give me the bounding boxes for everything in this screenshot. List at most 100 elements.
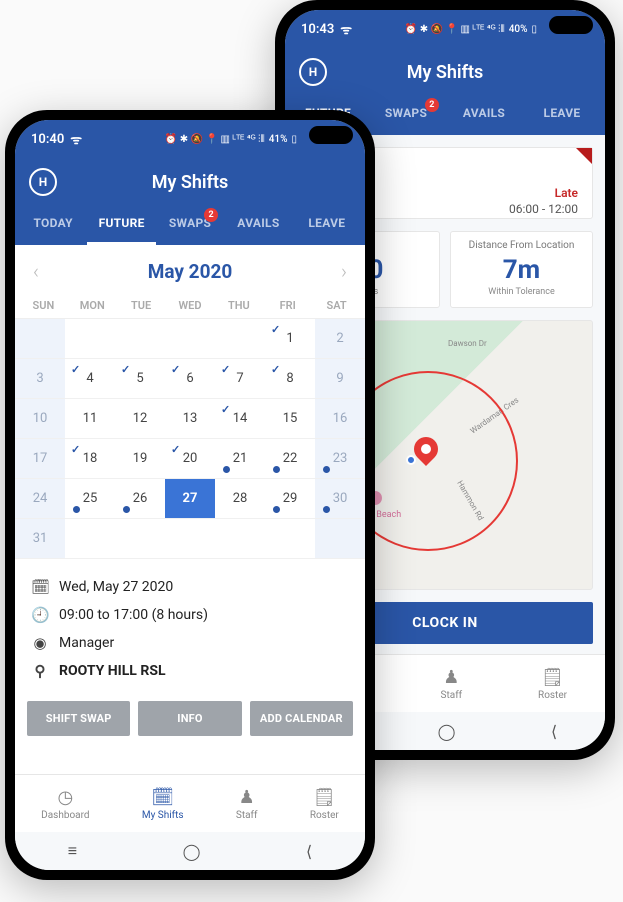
nav-dashboard[interactable]: ◷ Dashboard	[41, 787, 89, 821]
cal-day-empty	[315, 519, 365, 559]
tab-leave[interactable]: LEAVE	[293, 206, 361, 245]
cal-day-empty	[65, 519, 115, 559]
shift-status-block: Late 06:00 - 12:00	[509, 186, 578, 216]
android-recents[interactable]: ≡	[68, 841, 77, 861]
cal-day-2[interactable]: 2	[315, 319, 365, 359]
pin-icon: ◉	[31, 634, 49, 652]
cal-day-12[interactable]: 12	[115, 399, 165, 439]
tab-future[interactable]: FUTURE	[87, 206, 155, 245]
app-logo[interactable]: H	[299, 58, 327, 86]
battery-icon: ▯	[531, 24, 537, 35]
tab-swaps[interactable]: SWAPS 2	[367, 96, 445, 135]
shift-swap-button[interactable]: SHIFT SWAP	[27, 701, 130, 736]
cal-day-30[interactable]: 30	[315, 479, 365, 519]
camera-cutout	[309, 126, 353, 144]
cal-day-28[interactable]: 28	[215, 479, 265, 519]
nav-my-shifts[interactable]: 🗓 My Shifts	[142, 787, 184, 821]
cal-day-1[interactable]: ✓1	[265, 319, 315, 359]
cal-day-31[interactable]: 31	[15, 519, 65, 559]
cal-day-3[interactable]: 3	[15, 359, 65, 399]
cal-day-15[interactable]: 15	[265, 399, 315, 439]
cal-day-26[interactable]: 26	[115, 479, 165, 519]
swaps-badge: 2	[425, 98, 439, 112]
dow-label: FRI	[263, 299, 312, 312]
status-time: 10:43	[301, 22, 334, 37]
detail-role: Manager	[59, 635, 114, 651]
wifi-icon: ᯤ	[340, 20, 352, 38]
check-icon: ✓	[221, 403, 230, 416]
cal-day-13[interactable]: 13	[165, 399, 215, 439]
shift-time: 06:00 - 12:00	[509, 202, 578, 216]
cal-day-19[interactable]: 19	[115, 439, 165, 479]
swaps-badge: 2	[204, 208, 218, 222]
next-month-button[interactable]: ›	[341, 259, 347, 283]
cal-day-17[interactable]: 17	[15, 439, 65, 479]
cal-day-4[interactable]: ✓4	[65, 359, 115, 399]
android-home[interactable]: ◯	[183, 842, 201, 861]
stat-distance-value: 7m	[455, 255, 588, 285]
add-calendar-button[interactable]: ADD CALENDAR	[250, 701, 353, 736]
cal-day-empty	[115, 519, 165, 559]
nav-roster[interactable]: 🗒 Roster	[310, 787, 339, 821]
staff-icon: ♟	[236, 787, 258, 808]
cal-day-18[interactable]: ✓18	[65, 439, 115, 479]
detail-role-row: ◉ Manager	[31, 629, 349, 657]
tab-today[interactable]: TODAY	[19, 206, 87, 245]
tab-swaps[interactable]: SWAPS 2	[156, 206, 224, 245]
app-logo[interactable]: H	[29, 168, 57, 196]
cal-day-empty	[215, 319, 265, 359]
cal-day-16[interactable]: 16	[315, 399, 365, 439]
staff-icon: ♟	[441, 667, 463, 688]
nav-staff[interactable]: ♟ Staff	[236, 787, 258, 821]
cal-day-5[interactable]: ✓5	[115, 359, 165, 399]
current-location-dot	[406, 455, 416, 465]
status-icons: ⏰ ✱ 🔕 📍 ▥ ᴸᵀᴱ ⁴ᴳ ⫶⫴	[405, 24, 505, 35]
status-battery: 41%	[269, 134, 288, 145]
cal-day-24[interactable]: 24	[15, 479, 65, 519]
cal-day-11[interactable]: 11	[65, 399, 115, 439]
cal-day-21[interactable]: 21	[215, 439, 265, 479]
status-icons: ⏰ ✱ 🔕 📍 ▥ ᴸᵀᴱ ⁴ᴳ ⫶⫴	[165, 134, 265, 145]
android-back[interactable]: ⟨	[306, 842, 312, 861]
cal-day-empty	[265, 519, 315, 559]
cal-day-23[interactable]: 23	[315, 439, 365, 479]
cal-day-7[interactable]: ✓7	[215, 359, 265, 399]
dot-icon	[273, 506, 280, 513]
prev-month-button[interactable]: ‹	[33, 259, 39, 283]
cal-day-20[interactable]: ✓20	[165, 439, 215, 479]
nav-roster[interactable]: 🗒 Roster	[538, 667, 567, 701]
nav-staff[interactable]: ♟ Staff	[441, 667, 463, 701]
cal-day-8[interactable]: ✓8	[265, 359, 315, 399]
detail-time: 09:00 to 17:00 (8 hours)	[59, 607, 208, 623]
detail-time-row: 🕘 09:00 to 17:00 (8 hours)	[31, 601, 349, 629]
screen-front: 10:40 ᯤ ⏰ ✱ 🔕 📍 ▥ ᴸᵀᴱ ⁴ᴳ ⫶⫴ 41% ▯ H My S…	[15, 120, 365, 870]
battery-icon: ▯	[291, 134, 297, 145]
cal-day-25[interactable]: 25	[65, 479, 115, 519]
status-time: 10:40	[31, 132, 64, 147]
cal-day-27-selected[interactable]: 27	[165, 479, 215, 519]
tab-avails[interactable]: AVAILS	[445, 96, 523, 135]
cal-day-22[interactable]: 22	[265, 439, 315, 479]
app-title: My Shifts	[407, 62, 484, 83]
detail-location-row: ⚲ ROOTY HILL RSL	[31, 657, 349, 685]
android-back[interactable]: ⟨	[551, 722, 557, 741]
check-icon: ✓	[71, 363, 80, 376]
info-button[interactable]: INFO	[138, 701, 241, 736]
cal-day-6[interactable]: ✓6	[165, 359, 215, 399]
check-icon: ✓	[271, 363, 280, 376]
dow-label: WED	[166, 299, 215, 312]
dot-icon	[323, 466, 330, 473]
calendar-icon: 🗓	[31, 578, 49, 596]
tab-leave[interactable]: LEAVE	[523, 96, 601, 135]
cal-day-10[interactable]: 10	[15, 399, 65, 439]
cal-day-29[interactable]: 29	[265, 479, 315, 519]
cal-day-14[interactable]: ✓14	[215, 399, 265, 439]
cal-day-empty	[65, 319, 115, 359]
tab-avails[interactable]: AVAILS	[224, 206, 292, 245]
status-battery: 40%	[509, 24, 528, 35]
dot-icon	[273, 466, 280, 473]
phone-front: 10:40 ᯤ ⏰ ✱ 🔕 📍 ▥ ᴸᵀᴱ ⁴ᴳ ⫶⫴ 41% ▯ H My S…	[5, 110, 375, 880]
android-home[interactable]: ◯	[438, 722, 456, 741]
cal-day-empty	[165, 519, 215, 559]
cal-day-9[interactable]: 9	[315, 359, 365, 399]
